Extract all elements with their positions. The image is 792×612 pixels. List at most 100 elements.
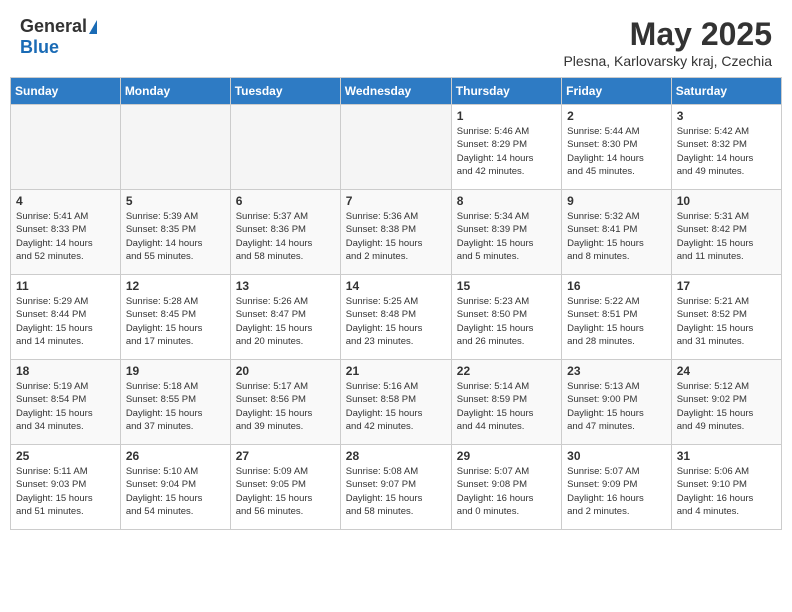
calendar-day-cell: 11 Sunrise: 5:29 AM Sunset: 8:44 PM Dayli… [11,275,121,360]
day-number: 25 [16,449,115,463]
calendar-day-cell: 12 Sunrise: 5:28 AM Sunset: 8:45 PM Dayli… [120,275,230,360]
title-area: May 2025 Plesna, Karlovarsky kraj, Czech… [563,16,772,69]
day-number: 13 [236,279,335,293]
logo: General Blue [20,16,97,58]
day-info: Sunrise: 5:09 AM Sunset: 9:05 PM Dayligh… [236,465,335,518]
location-text: Plesna, Karlovarsky kraj, Czechia [563,53,772,69]
calendar-week-row: 4 Sunrise: 5:41 AM Sunset: 8:33 PM Daylig… [11,190,782,275]
calendar-day-cell: 23 Sunrise: 5:13 AM Sunset: 9:00 PM Dayli… [562,360,672,445]
calendar-day-cell: 28 Sunrise: 5:08 AM Sunset: 9:07 PM Dayli… [340,445,451,530]
day-number: 20 [236,364,335,378]
day-number: 17 [677,279,776,293]
page-header: General Blue May 2025 Plesna, Karlovarsk… [0,0,792,77]
day-info: Sunrise: 5:14 AM Sunset: 8:59 PM Dayligh… [457,380,556,433]
day-number: 29 [457,449,556,463]
day-number: 21 [346,364,446,378]
calendar-day-cell: 30 Sunrise: 5:07 AM Sunset: 9:09 PM Dayli… [562,445,672,530]
logo-general-text: General [20,16,87,37]
day-info: Sunrise: 5:06 AM Sunset: 9:10 PM Dayligh… [677,465,776,518]
day-number: 23 [567,364,666,378]
day-info: Sunrise: 5:17 AM Sunset: 8:56 PM Dayligh… [236,380,335,433]
calendar-day-header: Sunday [11,78,121,105]
day-info: Sunrise: 5:08 AM Sunset: 9:07 PM Dayligh… [346,465,446,518]
logo-icon [89,20,97,34]
calendar-day-cell: 5 Sunrise: 5:39 AM Sunset: 8:35 PM Daylig… [120,190,230,275]
day-info: Sunrise: 5:25 AM Sunset: 8:48 PM Dayligh… [346,295,446,348]
day-info: Sunrise: 5:44 AM Sunset: 8:30 PM Dayligh… [567,125,666,178]
calendar-day-cell: 4 Sunrise: 5:41 AM Sunset: 8:33 PM Daylig… [11,190,121,275]
calendar-day-cell: 24 Sunrise: 5:12 AM Sunset: 9:02 PM Dayli… [671,360,781,445]
day-info: Sunrise: 5:28 AM Sunset: 8:45 PM Dayligh… [126,295,225,348]
calendar-day-cell: 29 Sunrise: 5:07 AM Sunset: 9:08 PM Dayli… [451,445,561,530]
day-info: Sunrise: 5:12 AM Sunset: 9:02 PM Dayligh… [677,380,776,433]
calendar-day-cell: 25 Sunrise: 5:11 AM Sunset: 9:03 PM Dayli… [11,445,121,530]
day-info: Sunrise: 5:41 AM Sunset: 8:33 PM Dayligh… [16,210,115,263]
day-number: 14 [346,279,446,293]
day-number: 18 [16,364,115,378]
calendar-week-row: 25 Sunrise: 5:11 AM Sunset: 9:03 PM Dayli… [11,445,782,530]
calendar-day-cell: 16Sunrise: 5:22 AM Sunset: 8:51 PM Dayli… [562,275,672,360]
day-info: Sunrise: 5:07 AM Sunset: 9:09 PM Dayligh… [567,465,666,518]
day-number: 19 [126,364,225,378]
day-info: Sunrise: 5:11 AM Sunset: 9:03 PM Dayligh… [16,465,115,518]
calendar-day-cell: 27 Sunrise: 5:09 AM Sunset: 9:05 PM Dayli… [230,445,340,530]
calendar-day-cell: 21Sunrise: 5:16 AM Sunset: 8:58 PM Dayli… [340,360,451,445]
calendar-day-cell: 6 Sunrise: 5:37 AM Sunset: 8:36 PM Daylig… [230,190,340,275]
calendar-day-cell: 18 Sunrise: 5:19 AM Sunset: 8:54 PM Dayli… [11,360,121,445]
day-info: Sunrise: 5:29 AM Sunset: 8:44 PM Dayligh… [16,295,115,348]
calendar-week-row: 1 Sunrise: 5:46 AM Sunset: 8:29 PM Daylig… [11,105,782,190]
day-number: 24 [677,364,776,378]
day-info: Sunrise: 5:13 AM Sunset: 9:00 PM Dayligh… [567,380,666,433]
calendar-day-cell: 8Sunrise: 5:34 AM Sunset: 8:39 PM Daylig… [451,190,561,275]
day-number: 9 [567,194,666,208]
day-info: Sunrise: 5:36 AM Sunset: 8:38 PM Dayligh… [346,210,446,263]
month-title: May 2025 [563,16,772,53]
day-number: 6 [236,194,335,208]
calendar-day-cell: 22Sunrise: 5:14 AM Sunset: 8:59 PM Dayli… [451,360,561,445]
calendar-day-cell: 7 Sunrise: 5:36 AM Sunset: 8:38 PM Daylig… [340,190,451,275]
calendar-day-cell: 14 Sunrise: 5:25 AM Sunset: 8:48 PM Dayli… [340,275,451,360]
calendar-day-header: Friday [562,78,672,105]
day-number: 28 [346,449,446,463]
day-info: Sunrise: 5:39 AM Sunset: 8:35 PM Dayligh… [126,210,225,263]
calendar-day-cell: 26Sunrise: 5:10 AM Sunset: 9:04 PM Dayli… [120,445,230,530]
day-info: Sunrise: 5:07 AM Sunset: 9:08 PM Dayligh… [457,465,556,518]
day-info: Sunrise: 5:31 AM Sunset: 8:42 PM Dayligh… [677,210,776,263]
calendar-day-cell: 3Sunrise: 5:42 AM Sunset: 8:32 PM Daylig… [671,105,781,190]
day-number: 4 [16,194,115,208]
calendar-day-cell: 19Sunrise: 5:18 AM Sunset: 8:55 PM Dayli… [120,360,230,445]
calendar-day-cell: 2 Sunrise: 5:44 AM Sunset: 8:30 PM Daylig… [562,105,672,190]
day-number: 10 [677,194,776,208]
calendar-day-cell: 31 Sunrise: 5:06 AM Sunset: 9:10 PM Dayli… [671,445,781,530]
day-number: 27 [236,449,335,463]
day-number: 5 [126,194,225,208]
day-number: 15 [457,279,556,293]
day-info: Sunrise: 5:21 AM Sunset: 8:52 PM Dayligh… [677,295,776,348]
calendar-day-cell: 9Sunrise: 5:32 AM Sunset: 8:41 PM Daylig… [562,190,672,275]
day-number: 31 [677,449,776,463]
day-info: Sunrise: 5:19 AM Sunset: 8:54 PM Dayligh… [16,380,115,433]
day-info: Sunrise: 5:37 AM Sunset: 8:36 PM Dayligh… [236,210,335,263]
calendar-day-cell: 1 Sunrise: 5:46 AM Sunset: 8:29 PM Daylig… [451,105,561,190]
day-number: 26 [126,449,225,463]
day-number: 11 [16,279,115,293]
calendar-day-header: Thursday [451,78,561,105]
day-info: Sunrise: 5:46 AM Sunset: 8:29 PM Dayligh… [457,125,556,178]
calendar-day-cell: 17 Sunrise: 5:21 AM Sunset: 8:52 PM Dayli… [671,275,781,360]
day-number: 2 [567,109,666,123]
day-number: 12 [126,279,225,293]
day-info: Sunrise: 5:22 AM Sunset: 8:51 PM Dayligh… [567,295,666,348]
calendar-day-cell [230,105,340,190]
calendar-day-header: Monday [120,78,230,105]
day-number: 30 [567,449,666,463]
calendar-week-row: 11 Sunrise: 5:29 AM Sunset: 8:44 PM Dayli… [11,275,782,360]
calendar-day-header: Saturday [671,78,781,105]
calendar-day-cell: 13Sunrise: 5:26 AM Sunset: 8:47 PM Dayli… [230,275,340,360]
calendar-day-cell: 20 Sunrise: 5:17 AM Sunset: 8:56 PM Dayli… [230,360,340,445]
calendar-week-row: 18 Sunrise: 5:19 AM Sunset: 8:54 PM Dayli… [11,360,782,445]
day-number: 1 [457,109,556,123]
day-info: Sunrise: 5:34 AM Sunset: 8:39 PM Dayligh… [457,210,556,263]
calendar-day-cell: 10 Sunrise: 5:31 AM Sunset: 8:42 PM Dayli… [671,190,781,275]
day-number: 7 [346,194,446,208]
day-number: 3 [677,109,776,123]
